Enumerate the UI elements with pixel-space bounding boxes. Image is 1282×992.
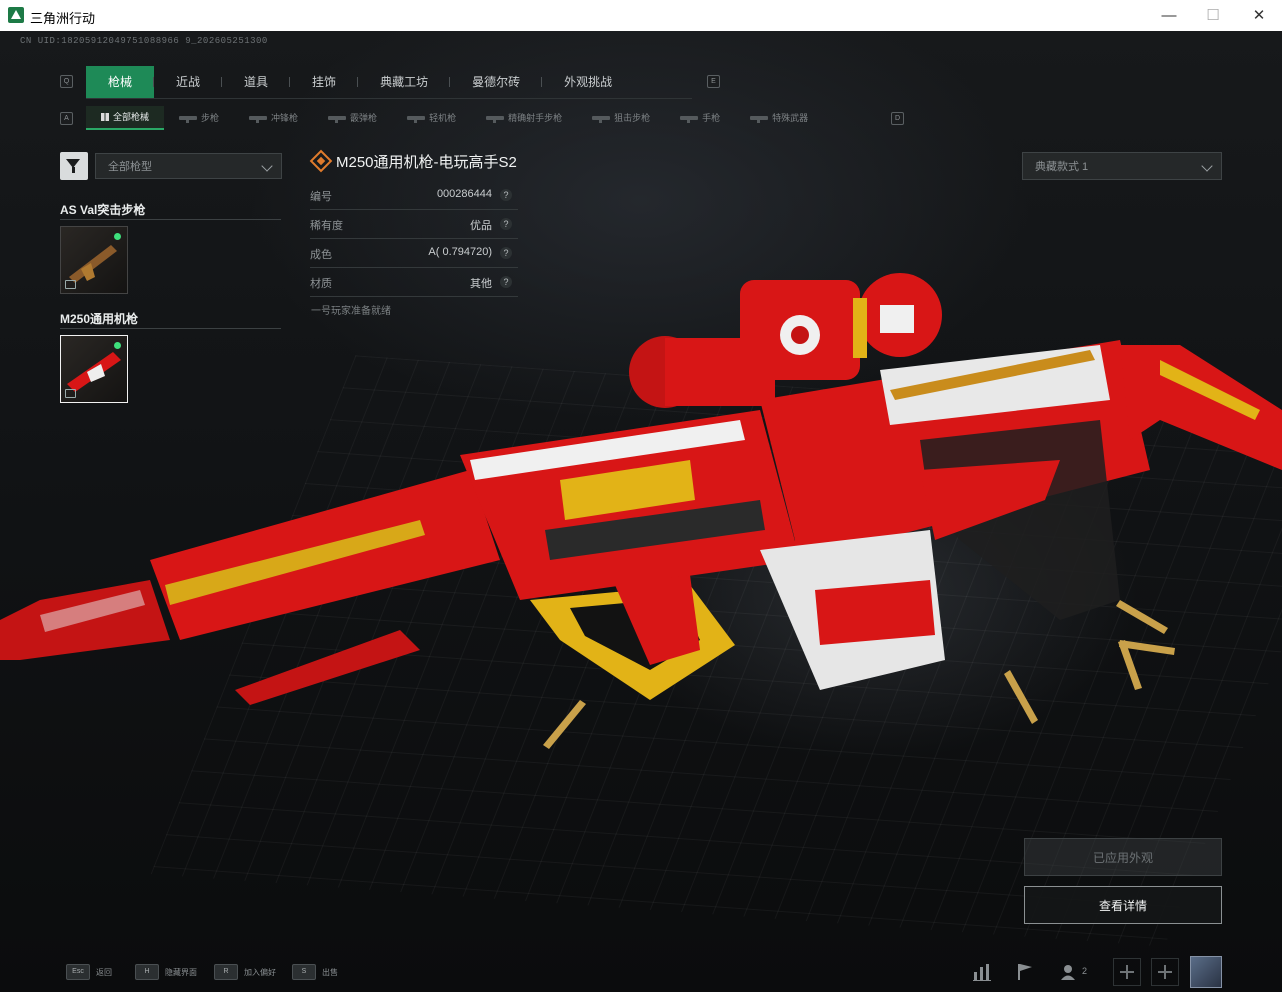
bar-chart-icon[interactable] [968,958,996,986]
sniper-icon [592,116,611,123]
subtab-sniper[interactable]: 狙击步枪 [577,106,665,130]
row-value: 其他 [470,278,492,290]
hint-label: 返回 [96,967,112,977]
lmg-icon [407,116,426,123]
row-value: A( 0.794720) [428,246,492,258]
tab-mandel-brick[interactable]: 曼德尔砖 [450,66,543,98]
window-title: 三角洲行动 [30,11,96,26]
subtab-lmg[interactable]: 轻机枪 [392,106,471,130]
question-icon[interactable]: ? [500,218,512,230]
hint-back[interactable]: Esc 返回 [66,963,112,981]
subtab-shotguns[interactable]: 霰弹枪 [313,106,392,130]
style-value: 典藏款式 1 [1035,161,1089,173]
tab-firearms[interactable]: 枪械 [86,66,155,98]
hint-hide-ui[interactable]: H 隐藏界面 [135,963,197,981]
style-dropdown[interactable]: 典藏款式 1 [1022,152,1222,180]
game-scene: CN UID:18205912049751088966 9_2026052513… [0,31,1282,992]
row-key: 编号 [310,191,332,203]
group-title-m250: M250通用机枪 [60,312,139,326]
bipod [235,630,420,705]
row-value: 优品 [470,220,492,232]
weapon-type-dropdown[interactable]: 全部枪型 [95,153,282,179]
tab-items[interactable]: 道具 [222,66,291,98]
tab-melee[interactable]: 近战 [154,66,223,98]
subtab-marksman[interactable]: 精确射手步枪 [471,106,577,130]
maximize-button[interactable]: ☐ [1190,0,1236,31]
group-divider [60,219,281,220]
item-title: M250通用机枪-电玩高手S2 [336,154,517,171]
grid-icon [101,113,109,121]
skin-thumbnail-m250[interactable] [60,335,128,403]
player-uid: CN UID:18205912049751088966 9_2026052513… [20,36,268,46]
group-divider [60,328,281,329]
smg-icon [249,116,268,123]
info-row-material: 材质 其他 ? [310,268,518,297]
info-row-wear: 成色 A( 0.794720) ? [310,239,518,268]
plus-icon[interactable] [1151,958,1179,986]
info-row-rarity: 稀有度 优品 ? [310,210,518,239]
window-title-bar[interactable]: 三角洲行动 — ☐ ✕ [0,0,1282,32]
group-title-asval: AS Val突击步枪 [60,203,146,217]
row-key: 材质 [310,278,332,290]
plus-icon[interactable] [1113,958,1141,986]
info-row-serial: 编号 000286444 ? [310,181,518,210]
tab-charms[interactable]: 挂饰 [290,66,359,98]
hint-label: 出售 [322,967,338,977]
app-logo-icon [8,7,24,23]
h-key: H [135,964,159,980]
minimize-button[interactable]: — [1146,0,1192,31]
subtab-smg[interactable]: 冲锋枪 [234,106,313,130]
applied-appearance-button[interactable]: 已应用外观 [1024,838,1222,876]
image-icon [65,389,76,398]
filter-icon[interactable] [60,152,88,180]
special-weapon-icon [750,116,769,123]
image-icon [65,280,76,289]
chevron-down-icon [261,160,273,172]
skin-thumbnail-asval[interactable] [60,226,128,294]
esc-key: Esc [66,964,90,980]
question-icon[interactable]: ? [500,276,512,288]
item-flavor-text: 一号玩家准备就绪 [311,306,391,317]
friends-count: 2 [1082,966,1088,976]
friends-icon[interactable]: 2 [1058,958,1098,986]
pistol-icon [680,116,699,123]
subtab-next-key[interactable]: D [891,112,904,125]
s-key: S [292,964,316,980]
flag-icon[interactable] [1010,958,1038,986]
subtab-prev-key[interactable]: A [60,112,73,125]
tab-collection-workshop[interactable]: 典藏工坊 [358,66,451,98]
weapon-type-value: 全部枪型 [108,161,152,173]
rifle-icon [179,116,198,123]
question-icon[interactable]: ? [500,189,512,201]
tabs-divider [86,98,692,99]
chevron-down-icon [1201,160,1213,172]
close-button[interactable]: ✕ [1236,0,1282,31]
row-key: 成色 [310,249,332,261]
hint-sell[interactable]: S 出售 [292,963,338,981]
question-icon[interactable]: ? [500,247,512,259]
hint-label: 隐藏界面 [165,967,197,977]
online-indicator [114,342,121,349]
subtab-pistols[interactable]: 手枪 [665,106,735,130]
subtab-rifles[interactable]: 步枪 [164,106,234,130]
shotgun-icon [328,116,347,123]
weapon-type-tabs: 全部枪械 步枪 冲锋枪 霰弹枪 轻机枪 精确射手步枪 狙击步枪 手枪 特殊武器 [86,106,823,130]
hint-favorite[interactable]: R 加入偏好 [214,963,276,981]
hint-label: 加入偏好 [244,967,276,977]
marksman-icon [486,116,505,123]
row-key: 稀有度 [310,220,343,232]
tab-prev-key[interactable]: Q [60,75,73,88]
view-details-button[interactable]: 查看详情 [1024,886,1222,924]
avatar[interactable] [1190,956,1222,988]
tab-appearance-challenge[interactable]: 外观挑战 [542,66,634,98]
tab-next-key[interactable]: E [707,75,720,88]
row-value: 000286444 [436,188,492,200]
subtab-special[interactable]: 特殊武器 [735,106,823,130]
r-key: R [214,964,238,980]
subtab-all-firearms[interactable]: 全部枪械 [86,106,165,130]
online-indicator [114,233,121,240]
category-tabs: 枪械 近战 道具 挂饰 典藏工坊 曼德尔砖 外观挑战 [86,66,634,98]
